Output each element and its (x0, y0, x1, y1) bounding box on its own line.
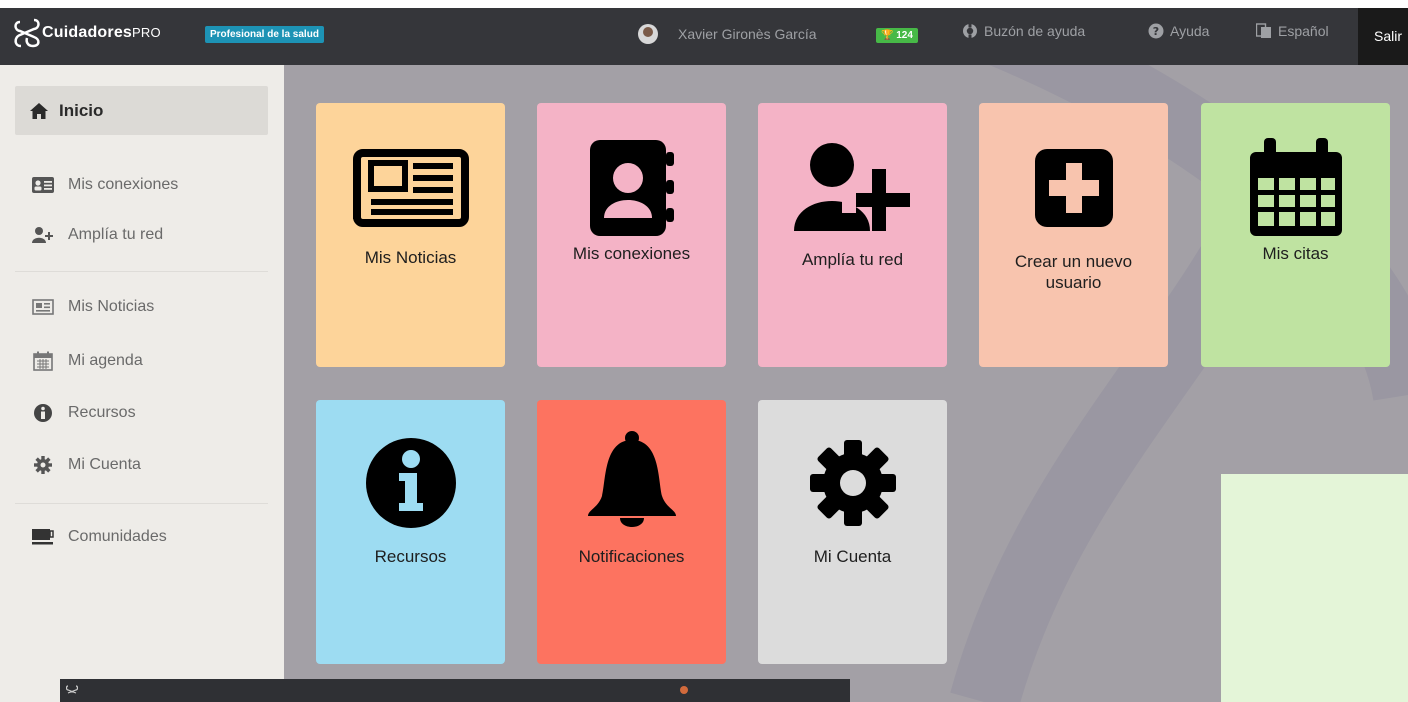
sidebar-divider (15, 271, 268, 272)
secondary-window-preview (60, 679, 850, 702)
home-icon (30, 102, 48, 119)
sidebar-item-mis-conexiones[interactable]: Mis conexiones (32, 175, 178, 195)
address-book-icon (586, 140, 678, 236)
user-name: Xavier Gironès García (678, 26, 817, 42)
tile-label: Mis Noticias (364, 248, 457, 267)
sidebar-item-mi-agenda[interactable]: Mi agenda (32, 351, 143, 371)
tile-notificaciones[interactable]: Notificaciones (537, 400, 726, 664)
add-user-icon (32, 225, 54, 245)
sidebar-item-label: Comunidades (68, 528, 167, 545)
sidebar-item-label: Mi agenda (68, 352, 143, 369)
mini-nav (680, 686, 688, 696)
tile-mis-conexiones[interactable]: Mis conexiones (537, 103, 726, 367)
id-card-icon (32, 175, 54, 195)
sidebar-item-label: Mi Cuenta (68, 456, 141, 473)
help-mailbox-label: Buzón de ayuda (984, 23, 1086, 39)
tile-crear-usuario[interactable]: Crear un nuevo usuario (979, 103, 1168, 367)
coffee-icon (32, 527, 54, 547)
sidebar-item-comunidades[interactable]: Comunidades (32, 527, 167, 547)
gear-icon (32, 455, 54, 475)
sidebar-item-mis-noticias[interactable]: Mis Noticias (32, 297, 154, 317)
language-icon (1256, 23, 1271, 38)
sidebar-item-mi-cuenta[interactable]: Mi Cuenta (32, 455, 141, 475)
question-icon: ? (1148, 23, 1164, 39)
tile-label: Mi Cuenta (813, 547, 892, 566)
role-badge: Profesional de la salud (205, 26, 324, 43)
sidebar-item-label: Amplía tu red (68, 226, 164, 243)
info-icon (365, 438, 457, 528)
trophy-icon: 🏆 (881, 30, 897, 41)
tile-label: Crear un nuevo usuario (1014, 252, 1133, 292)
help-link[interactable]: ? Ayuda (1148, 23, 1209, 39)
tile-mi-cuenta[interactable]: Mi Cuenta (758, 400, 947, 664)
brand-name: Cuidadores (42, 24, 133, 41)
tile-mis-citas[interactable]: Mis citas (1201, 103, 1390, 367)
tile-label: Mis conexiones (572, 244, 691, 263)
tile-label: Mis citas (1262, 244, 1329, 263)
brand-suffix: PRO (132, 25, 161, 40)
mini-logo (65, 685, 79, 697)
plus-square-icon (1033, 143, 1115, 233)
sidebar-item-inicio[interactable]: Inicio (15, 86, 268, 135)
help-label: Ayuda (1170, 23, 1210, 39)
svg-text:?: ? (1153, 25, 1159, 38)
tile-label: Amplía tu red (801, 250, 904, 269)
user-menu[interactable]: Xavier Gironès García (638, 24, 817, 44)
top-strip (0, 0, 1408, 8)
help-mailbox-link[interactable]: Buzón de ayuda (962, 23, 1085, 39)
tile-label: Notificaciones (578, 547, 685, 566)
sidebar-divider (15, 503, 268, 504)
sidebar-item-label: Recursos (68, 404, 136, 421)
gear-icon (808, 438, 898, 528)
overlay-panel (1221, 474, 1408, 702)
logout-button[interactable]: Salir (1358, 8, 1408, 65)
sidebar-item-label: Inicio (59, 100, 104, 120)
lifebuoy-icon (963, 23, 977, 39)
info-icon (32, 403, 54, 423)
tile-mis-noticias[interactable]: Mis Noticias (316, 103, 505, 367)
language-selector[interactable]: Español (1256, 23, 1329, 39)
add-user-icon (793, 143, 912, 233)
sidebar-item-amplia-tu-red[interactable]: Amplía tu red (32, 225, 163, 245)
calendar-icon (1248, 138, 1344, 236)
points-value: 124 (896, 30, 913, 41)
language-label: Español (1278, 23, 1329, 39)
sidebar-item-recursos[interactable]: Recursos (32, 403, 136, 423)
points-badge[interactable]: 🏆 124 (876, 28, 918, 43)
calendar-icon (32, 351, 54, 371)
tile-recursos[interactable]: Recursos (316, 400, 505, 664)
brand-logo[interactable]: CuidadoresPRO (14, 18, 161, 48)
newspaper-icon (352, 143, 469, 233)
bell-icon (584, 430, 680, 530)
tile-amplia-tu-red[interactable]: Amplía tu red (758, 103, 947, 367)
tile-label: Recursos (374, 547, 447, 566)
newspaper-icon (32, 297, 54, 317)
logo-icon (14, 18, 40, 48)
sidebar: Inicio Mis conexiones Amplía tu red Mis … (0, 65, 284, 702)
avatar (638, 24, 658, 44)
sidebar-item-label: Mis Noticias (68, 298, 155, 315)
sidebar-item-label: Mis conexiones (68, 176, 179, 193)
